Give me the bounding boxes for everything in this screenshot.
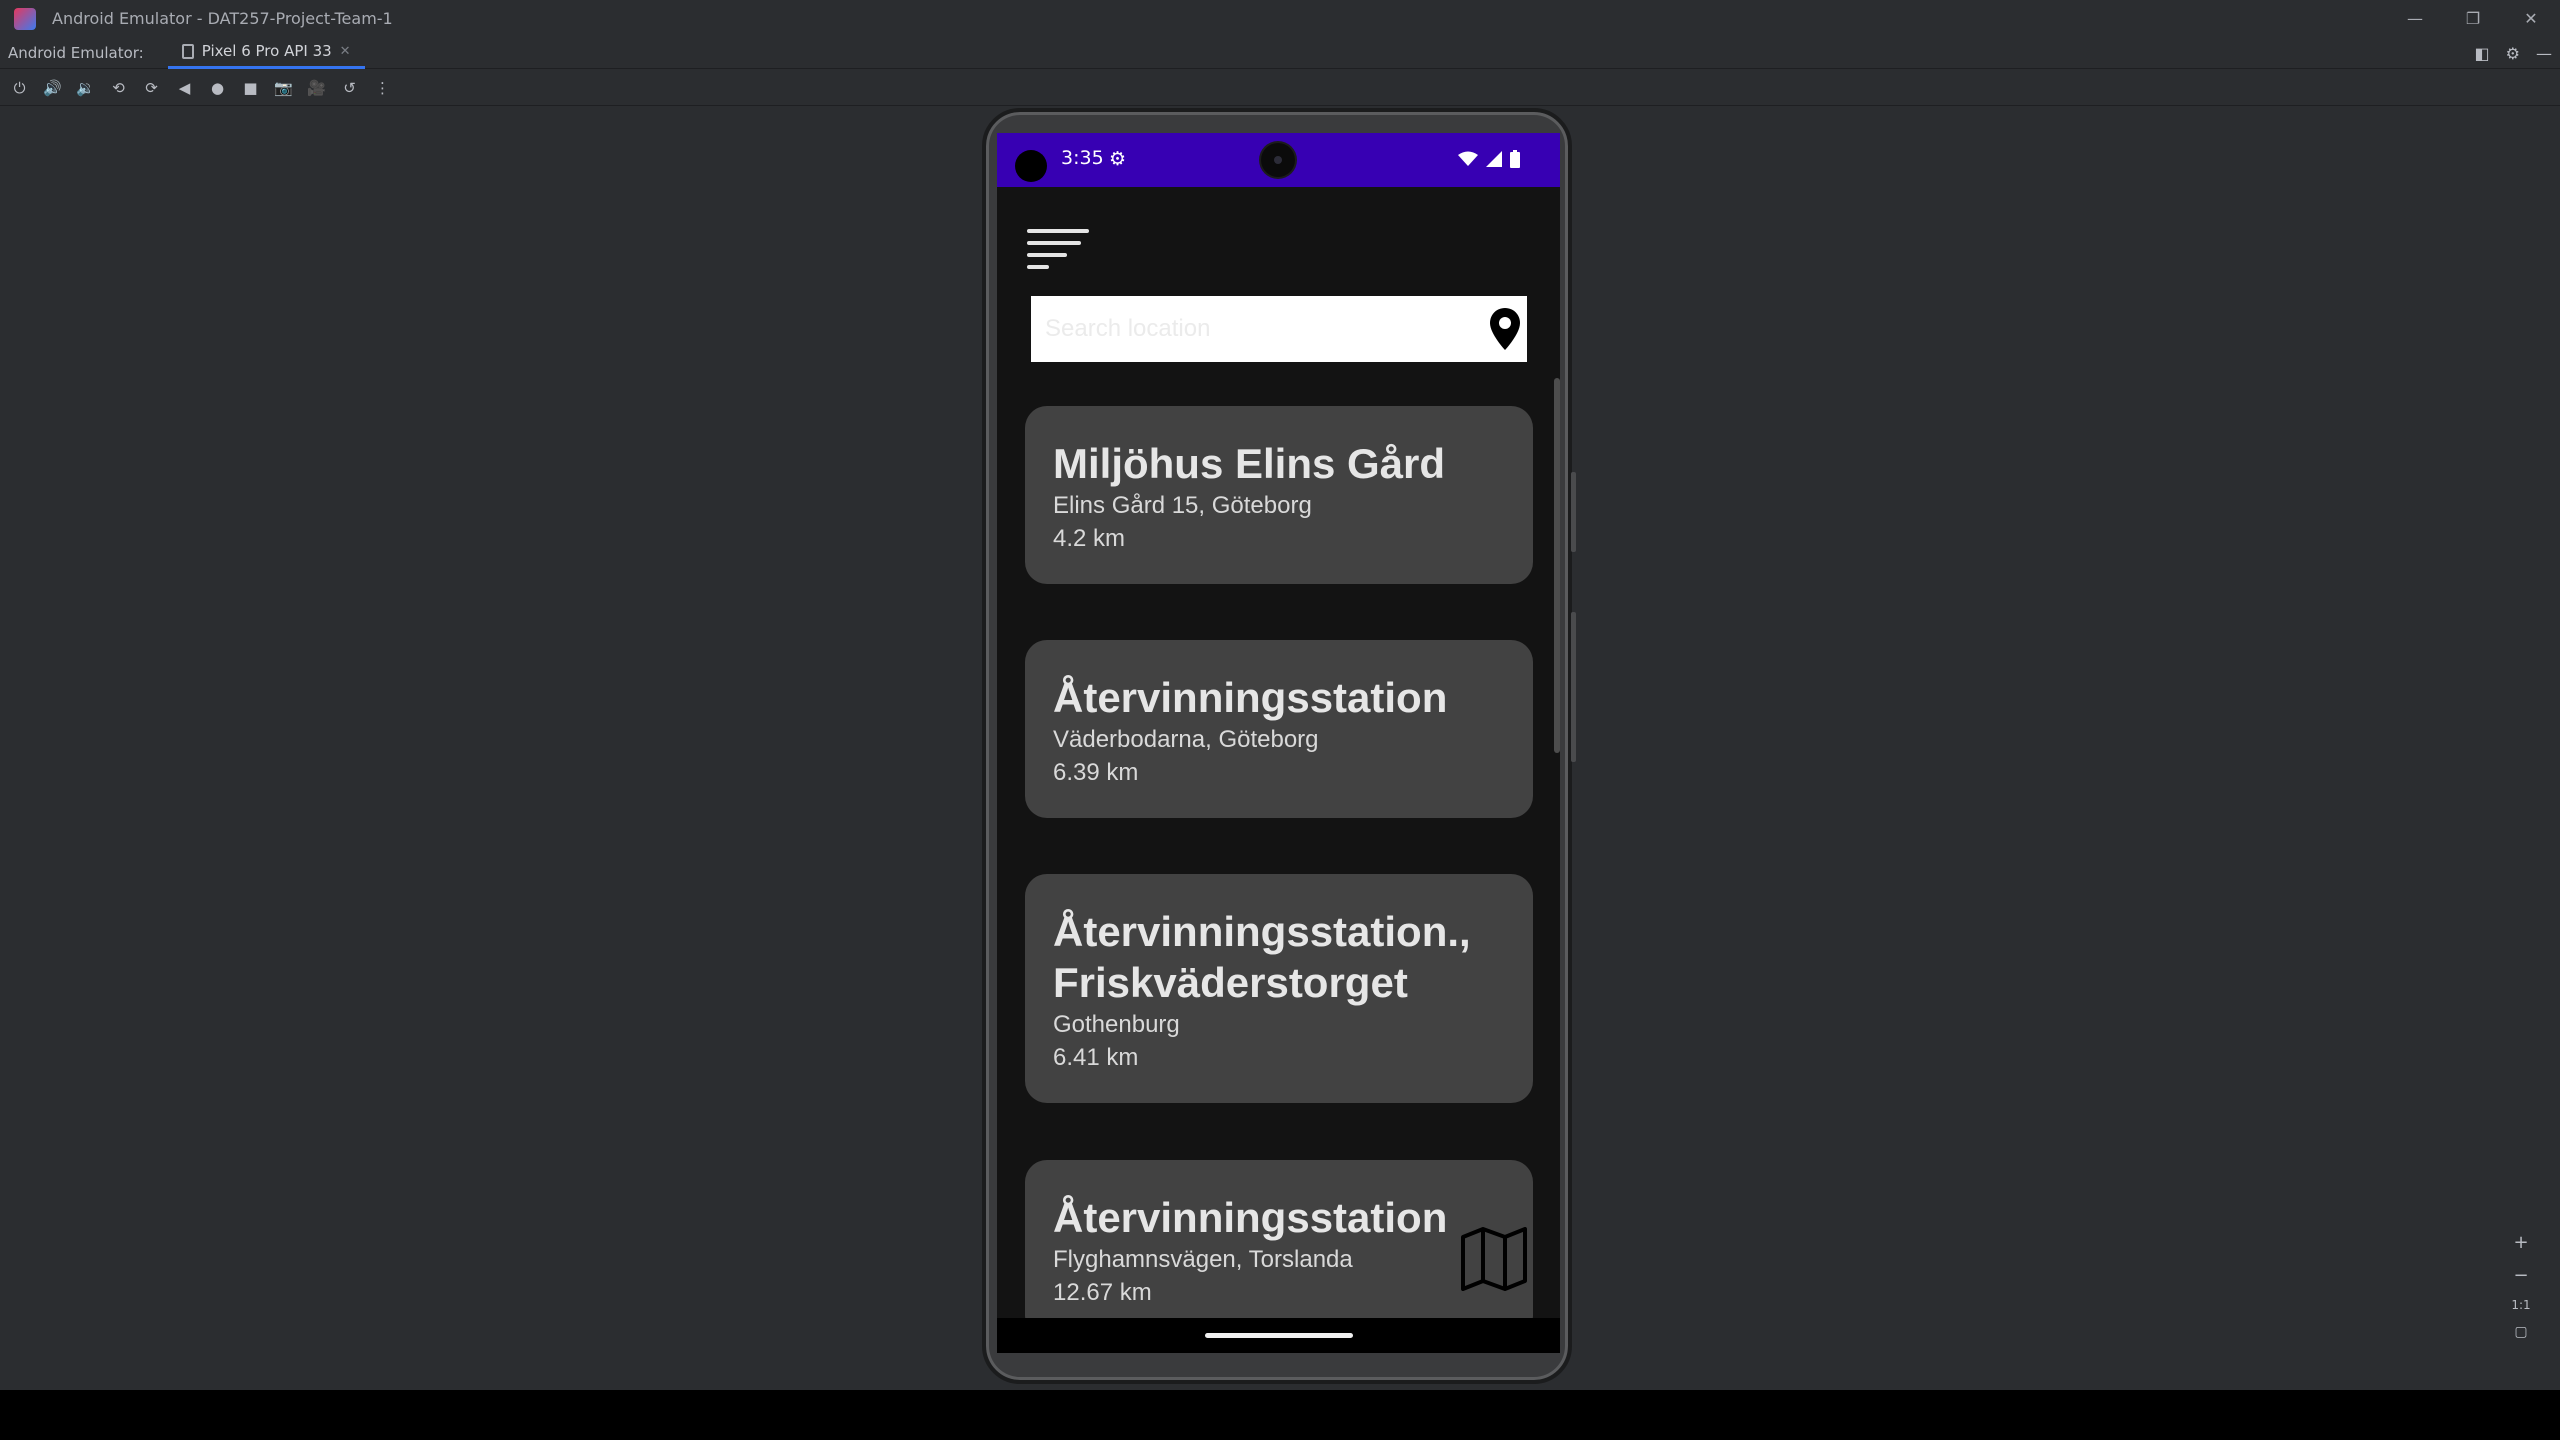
screenshot-icon[interactable]: 📷	[274, 78, 293, 97]
settings-status-icon: ⚙	[1109, 148, 1127, 170]
card-title: Återvinningsstation	[1053, 674, 1448, 721]
volume-side-button	[1571, 612, 1576, 762]
scrollbar[interactable]	[1554, 378, 1560, 753]
result-card[interactable]: Återvinningsstation Väderbodarna, Götebo…	[1025, 640, 1533, 818]
status-bar: 3:35 ⚙	[997, 133, 1560, 187]
minimize-icon[interactable]: —	[2386, 0, 2444, 37]
card-address: Gothenburg	[1053, 1011, 1180, 1038]
battery-icon	[1510, 149, 1520, 168]
card-distance: 6.39 km	[1053, 759, 1139, 786]
wifi-icon	[1457, 151, 1478, 166]
device-icon	[181, 43, 194, 59]
more-icon[interactable]: ⋮	[373, 78, 392, 97]
zoom-controls: + − 1:1 ▢	[2506, 1232, 2536, 1340]
result-card[interactable]: Återvinningsstation Flyghamnsvägen, Tors…	[1025, 1160, 1533, 1338]
tabbar-actions: ◧ ⚙ —	[2475, 37, 2552, 69]
home-icon[interactable]: ●	[208, 78, 227, 97]
map-icon[interactable]	[1459, 1227, 1529, 1291]
search-bar	[1031, 296, 1527, 362]
result-card[interactable]: Återvinningsstation., Friskväderstorget …	[1025, 874, 1533, 1103]
record-icon[interactable]: 🎥	[307, 78, 326, 97]
fit-screen-icon[interactable]: ▢	[2514, 1324, 2527, 1340]
front-camera-icon	[1261, 143, 1295, 177]
layout-icon[interactable]: ◧	[2475, 44, 2490, 63]
rotate-right-icon[interactable]: ⟳	[142, 78, 161, 97]
search-input[interactable]	[1031, 296, 1471, 362]
location-pin-icon[interactable]	[1487, 306, 1523, 352]
emulator-toolbar: ⏻ 🔊 🔉 ⟲ ⟳ ◀ ● ■ 📷 🎥 ↺ ⋮	[0, 70, 2560, 106]
status-time: 3:35	[1061, 147, 1104, 169]
card-distance: 4.2 km	[1053, 525, 1126, 552]
camera-dot-icon	[1015, 150, 1047, 182]
device-tabbar: Android Emulator: Pixel 6 Pro API 33 ✕ ◧…	[0, 37, 2560, 69]
system-icons	[1457, 147, 1520, 169]
card-distance: 6.41 km	[1053, 1044, 1139, 1071]
tab-device-label: Pixel 6 Pro API 33	[201, 42, 332, 60]
power-side-button	[1571, 472, 1576, 552]
gear-icon[interactable]: ⚙	[2506, 44, 2520, 63]
menu-icon[interactable]	[1027, 229, 1089, 269]
rotate-left-icon[interactable]: ⟲	[109, 78, 128, 97]
zoom-out-icon[interactable]: −	[2513, 1265, 2528, 1286]
card-address: Elins Gård 15, Göteborg	[1053, 492, 1312, 519]
tabbar-label: Android Emulator:	[8, 43, 144, 62]
bottom-strip	[0, 1390, 2560, 1440]
zoom-one-to-one[interactable]: 1:1	[2511, 1298, 2530, 1312]
reset-icon[interactable]: ↺	[340, 78, 359, 97]
zoom-in-icon[interactable]: +	[2513, 1232, 2528, 1253]
volume-down-icon[interactable]: 🔉	[76, 78, 95, 97]
phone-screen: 3:35 ⚙ Miljöhus Elins Gård Elins Gård 15…	[997, 133, 1560, 1353]
window-title: Android Emulator - DAT257-Project-Team-1	[52, 9, 393, 28]
card-title: Återvinningsstation., Friskväderstorget	[1053, 908, 1471, 1006]
card-distance: 12.67 km	[1053, 1279, 1152, 1306]
tab-close-icon[interactable]: ✕	[340, 44, 351, 59]
overview-icon[interactable]: ■	[241, 78, 260, 97]
app-logo-icon	[14, 7, 36, 30]
window-controls: — ❐ ✕	[2386, 0, 2560, 37]
gesture-navbar	[997, 1318, 1560, 1353]
restore-icon[interactable]: ❐	[2444, 0, 2502, 37]
hide-panel-icon[interactable]: —	[2536, 44, 2552, 63]
card-title: Miljöhus Elins Gård	[1053, 440, 1446, 487]
card-address: Flyghamnsvägen, Torslanda	[1053, 1246, 1353, 1273]
card-title: Återvinningsstation	[1053, 1194, 1448, 1241]
close-icon[interactable]: ✕	[2502, 0, 2560, 37]
tab-device[interactable]: Pixel 6 Pro API 33 ✕	[167, 37, 365, 69]
window-titlebar: Android Emulator - DAT257-Project-Team-1…	[0, 0, 2560, 37]
power-icon[interactable]: ⏻	[10, 78, 29, 97]
result-card[interactable]: Miljöhus Elins Gård Elins Gård 15, Göteb…	[1025, 406, 1533, 584]
volume-up-icon[interactable]: 🔊	[43, 78, 62, 97]
home-gesture-bar[interactable]	[1205, 1333, 1353, 1338]
signal-icon	[1485, 150, 1502, 167]
back-icon[interactable]: ◀	[175, 78, 194, 97]
card-address: Väderbodarna, Göteborg	[1053, 726, 1319, 753]
